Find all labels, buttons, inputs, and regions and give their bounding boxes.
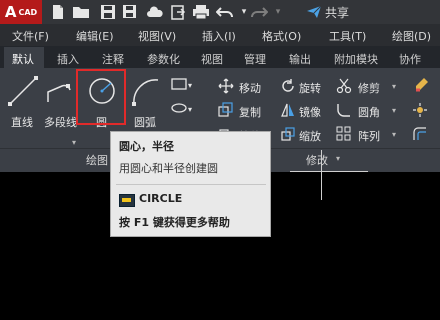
rotate-tool-label[interactable]: 旋转 [299,80,321,96]
trim-tool-label[interactable]: 修剪 [358,80,380,96]
new-file-icon[interactable] [50,4,66,20]
menu-format[interactable]: 格式(O) [262,28,301,44]
trim-dropdown-icon[interactable]: ▾ [392,82,396,91]
line-tool-icon[interactable] [6,74,40,108]
scale-icon[interactable] [280,126,296,142]
move-icon[interactable] [218,78,234,94]
save-as-icon[interactable] [122,4,138,20]
line-tool-label[interactable]: 直线 [11,114,33,130]
menu-edit[interactable]: 编辑(E) [76,28,114,44]
rectangle-tool-icon[interactable]: ▾ [170,76,194,92]
tab-parametric[interactable]: 参数化 [147,51,180,67]
redo-dropdown-icon[interactable]: ▾ [270,4,286,20]
draw-dropdown-icon[interactable]: ▾ [72,138,76,147]
explode-icon[interactable] [412,102,428,118]
tab-addins[interactable]: 附加模块 [334,51,378,67]
crosshair-vertical [321,150,322,200]
fillet-tool-label[interactable]: 圆角 [358,104,380,120]
tab-default[interactable]: 默认 [12,51,34,67]
arc-tool-label[interactable]: 圆弧 [134,114,156,130]
copy-tool-label[interactable]: 复制 [239,104,261,120]
command-line-icon [119,194,135,207]
array-dropdown-icon[interactable]: ▾ [392,130,396,139]
offset-icon[interactable] [412,126,428,142]
undo-icon[interactable] [215,4,233,20]
tooltip-divider [116,184,266,185]
menu-file[interactable]: 文件(F) [12,28,49,44]
modify-dropdown-icon[interactable]: ▾ [336,154,340,163]
trim-icon[interactable] [336,78,352,94]
tooltip-title: 圆心，半径 [119,140,174,153]
tab-collaborate[interactable]: 协作 [399,51,421,67]
svg-text:▾: ▾ [188,81,192,90]
modify-panel-title[interactable]: 修改 [306,152,328,168]
move-tool-label[interactable]: 移动 [239,80,261,96]
menu-tools[interactable]: 工具(T) [329,28,366,44]
tooltip-command-name: CIRCLE [139,192,183,205]
open-web-icon[interactable] [170,4,186,20]
scale-tool-label[interactable]: 缩放 [299,128,321,144]
draw-panel-title[interactable]: 绘图 [86,152,108,168]
paper-plane-icon [307,5,322,18]
menu-view[interactable]: 视图(V) [138,28,176,44]
upload-cloud-icon[interactable] [146,4,163,20]
rotate-icon[interactable] [280,78,296,94]
fillet-icon[interactable] [336,102,352,118]
redo-icon[interactable] [250,4,269,20]
svg-text:▾: ▾ [188,105,192,114]
app-logo[interactable]: A CAD [0,0,42,24]
tab-output[interactable]: 输出 [289,51,311,67]
arc-tool-icon[interactable] [128,74,162,108]
tab-view[interactable]: 视图 [201,51,223,67]
tooltip-help-text: 按 F1 键获得更多帮助 [119,216,230,229]
mirror-icon[interactable] [280,102,296,118]
array-icon[interactable] [336,126,352,142]
tab-manage[interactable]: 管理 [244,51,266,67]
circle-highlight-box [76,69,126,125]
polyline-tool-icon[interactable] [44,74,78,108]
menu-insert[interactable]: 插入(I) [202,28,236,44]
polyline-tool-label[interactable]: 多段线 [44,114,77,130]
array-tool-label[interactable]: 阵列 [358,128,380,144]
share-button[interactable]: 共享 [306,3,349,21]
command-tooltip: 圆心，半径 用圆心和半径创建圆 CIRCLE 按 F1 键获得更多帮助 [110,131,271,237]
save-icon[interactable] [100,4,116,20]
fillet-dropdown-icon[interactable]: ▾ [392,106,396,115]
tooltip-description: 用圆心和半径创建圆 [119,162,218,175]
ellipse-tool-icon[interactable]: ▾ [170,100,194,116]
crosshair-horizontal [290,171,368,172]
copy-icon[interactable] [218,102,234,118]
erase-icon[interactable] [412,76,430,94]
open-folder-icon[interactable] [72,4,89,20]
tab-insert[interactable]: 插入 [57,51,79,67]
print-icon[interactable] [192,4,209,20]
menu-draw[interactable]: 绘图(D) [392,28,431,44]
mirror-tool-label[interactable]: 镜像 [299,104,321,120]
tab-annotate[interactable]: 注释 [102,51,124,67]
